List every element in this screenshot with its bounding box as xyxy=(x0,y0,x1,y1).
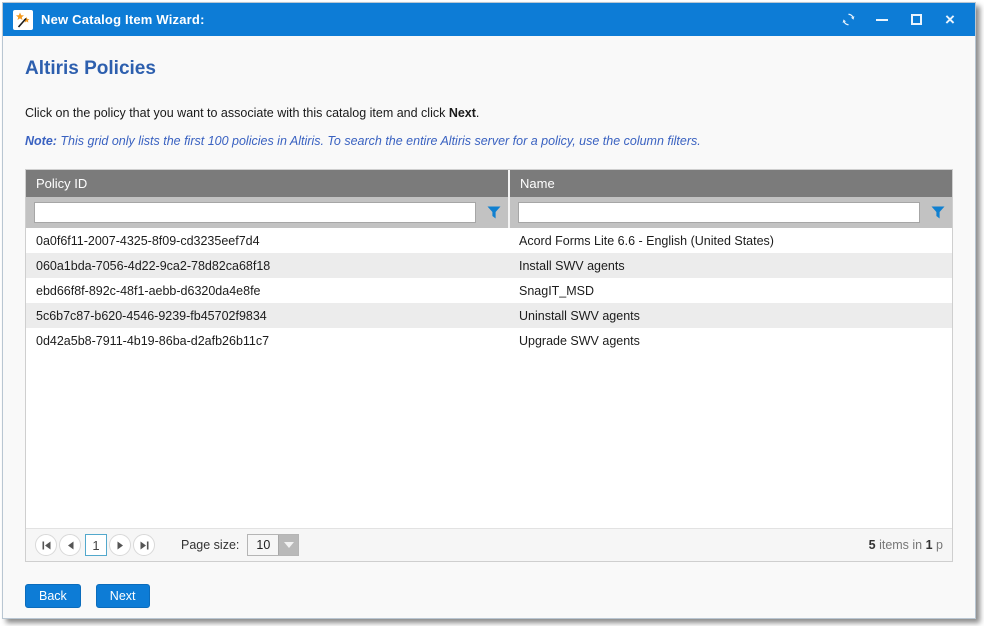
policy-id-filter-input[interactable] xyxy=(34,202,476,223)
name-filter-input[interactable] xyxy=(518,202,920,223)
next-button[interactable]: Next xyxy=(96,584,150,608)
titlebar: New Catalog Item Wizard: × xyxy=(3,3,975,36)
note-text: Note: This grid only lists the first 100… xyxy=(25,134,953,148)
column-header-policy-id[interactable]: Policy ID xyxy=(26,170,510,197)
filter-icon[interactable] xyxy=(930,205,946,221)
name-cell: Acord Forms Lite 6.6 - English (United S… xyxy=(510,228,952,253)
table-row[interactable]: 0a0f6f11-2007-4325-8f09-cd3235eef7d4 Aco… xyxy=(26,228,952,253)
column-header-name[interactable]: Name xyxy=(510,170,952,197)
policy-id-cell: 060a1bda-7056-4d22-9ca2-78d82ca68f18 xyxy=(26,253,510,278)
page-title: Altiris Policies xyxy=(25,58,953,80)
policy-id-cell: 0d42a5b8-7911-4b19-86ba-d2afb26b11c7 xyxy=(26,328,510,353)
table-row[interactable]: 5c6b7c87-b620-4546-9239-fb45702f9834 Uni… xyxy=(26,303,952,328)
table-row[interactable]: ebd66f8f-892c-48f1-aebb-d6320da4e8fe Sna… xyxy=(26,278,952,303)
wizard-dialog: New Catalog Item Wizard: × Altiris Polic… xyxy=(2,2,976,619)
instruction-text: Click on the policy that you want to ass… xyxy=(25,106,953,120)
policy-id-cell: ebd66f8f-892c-48f1-aebb-d6320da4e8fe xyxy=(26,278,510,303)
policies-grid: Policy ID Name xyxy=(25,169,953,562)
page-size-dropdown[interactable]: 10 xyxy=(247,534,299,556)
name-cell: Uninstall SWV agents xyxy=(510,303,952,328)
table-row[interactable]: 0d42a5b8-7911-4b19-86ba-d2afb26b11c7 Upg… xyxy=(26,328,952,353)
name-cell: Install SWV agents xyxy=(510,253,952,278)
next-page-button[interactable] xyxy=(109,534,131,556)
previous-page-button[interactable] xyxy=(59,534,81,556)
first-page-button[interactable] xyxy=(35,534,57,556)
close-icon[interactable]: × xyxy=(935,7,965,33)
refresh-icon[interactable] xyxy=(833,7,863,33)
grid-filter-row xyxy=(26,197,952,228)
minimize-icon[interactable] xyxy=(867,7,897,33)
name-cell: SnagIT_MSD xyxy=(510,278,952,303)
filter-icon[interactable] xyxy=(486,205,502,221)
grid-header-row: Policy ID Name xyxy=(26,170,952,197)
items-summary: 5 items in 1 p xyxy=(869,538,943,552)
page-size-value: 10 xyxy=(248,535,278,555)
maximize-icon[interactable] xyxy=(901,7,931,33)
policy-id-cell: 0a0f6f11-2007-4325-8f09-cd3235eef7d4 xyxy=(26,228,510,253)
grid-body: 0a0f6f11-2007-4325-8f09-cd3235eef7d4 Aco… xyxy=(26,228,952,528)
back-button[interactable]: Back xyxy=(25,584,81,608)
page-size-label: Page size: xyxy=(181,538,239,552)
chevron-down-icon[interactable] xyxy=(278,535,298,555)
last-page-button[interactable] xyxy=(133,534,155,556)
wizard-app-icon xyxy=(13,10,33,30)
policy-id-cell: 5c6b7c87-b620-4546-9239-fb45702f9834 xyxy=(26,303,510,328)
table-row[interactable]: 060a1bda-7056-4d22-9ca2-78d82ca68f18 Ins… xyxy=(26,253,952,278)
current-page-indicator[interactable]: 1 xyxy=(85,534,107,556)
name-cell: Upgrade SWV agents xyxy=(510,328,952,353)
window-title: New Catalog Item Wizard: xyxy=(41,12,205,27)
grid-pager: 1 Page size: 10 xyxy=(26,528,952,561)
